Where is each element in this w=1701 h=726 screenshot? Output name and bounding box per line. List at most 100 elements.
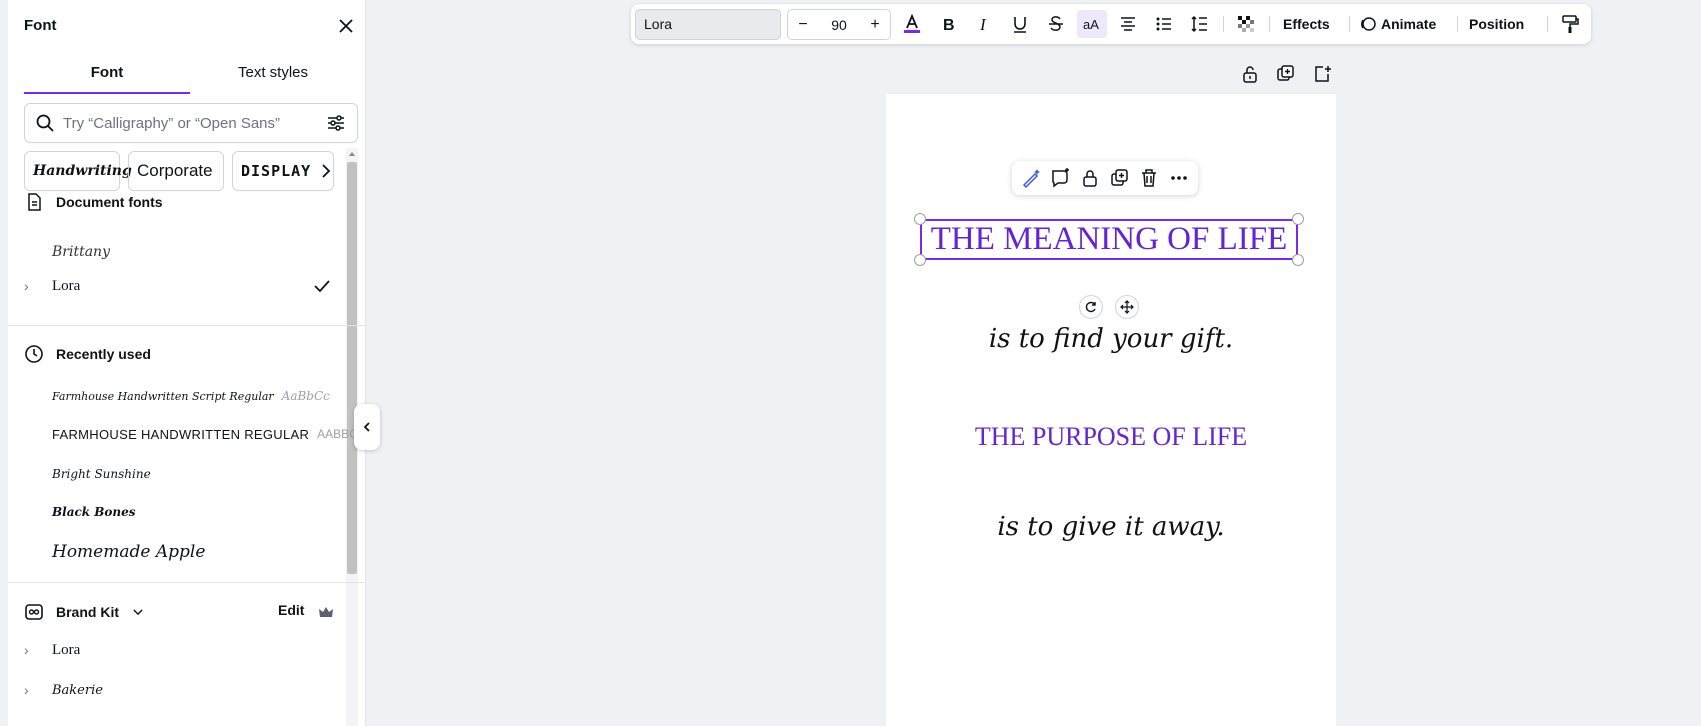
close-panel-button[interactable] — [336, 16, 356, 36]
font-name: Lora — [52, 277, 81, 294]
chip-corporate[interactable]: Corporate — [128, 151, 224, 191]
resize-handle-bottom-left[interactable] — [914, 254, 926, 266]
font-name: Bakerie — [52, 682, 103, 698]
animate-icon — [1361, 17, 1376, 31]
canvas-heading-purpose[interactable]: THE PURPOSE OF LIFE — [886, 422, 1336, 452]
chip-handwriting[interactable]: Handwriting — [24, 151, 132, 191]
move-icon — [1120, 300, 1134, 314]
resize-handle-bottom-right[interactable] — [1292, 254, 1304, 266]
text-color-button[interactable] — [897, 10, 927, 38]
font-search — [24, 103, 358, 143]
tab-text-styles[interactable]: Text styles — [190, 62, 356, 94]
recently-used-header: Recently used — [24, 344, 151, 364]
bold-button[interactable]: B — [933, 10, 963, 38]
chevron-right-icon[interactable]: › — [24, 682, 42, 698]
list-icon — [1156, 17, 1171, 31]
underline-button[interactable] — [1005, 10, 1035, 38]
panel-title: Font — [24, 17, 57, 34]
collapse-panel-button[interactable] — [354, 404, 380, 450]
scroll-thumb[interactable] — [347, 162, 357, 574]
font-item-black-bones[interactable]: Black Bones — [24, 496, 334, 528]
align-button[interactable] — [1113, 10, 1143, 38]
chevron-right-icon[interactable] — [316, 160, 336, 182]
chevron-right-icon[interactable]: › — [24, 642, 42, 658]
add-page-icon[interactable] — [1312, 64, 1332, 84]
font-item-brand-bakerie[interactable]: › Bakerie — [24, 674, 334, 706]
font-item-brand-lora[interactable]: › Lora — [24, 634, 334, 666]
font-size-value[interactable]: 90 — [831, 17, 847, 33]
strikethrough-button[interactable] — [1041, 10, 1071, 38]
font-panel: Font Font Text styles Handwriting Corpor… — [8, 0, 366, 726]
italic-button[interactable]: I — [969, 10, 999, 38]
scroll-up-icon[interactable] — [348, 150, 356, 158]
comment-icon[interactable] — [1049, 167, 1071, 189]
font-size-stepper: − 90 + — [787, 9, 891, 40]
panel-header: Font — [24, 16, 356, 36]
font-item-homemade-apple[interactable]: Homemade Apple — [24, 536, 334, 568]
svg-text:I: I — [979, 15, 987, 34]
lock-icon[interactable] — [1240, 64, 1260, 84]
animate-button[interactable]: Animate — [1381, 10, 1436, 38]
list-button[interactable] — [1149, 10, 1179, 38]
decrease-font-size-button[interactable]: − — [796, 16, 810, 34]
crown-icon — [319, 607, 333, 617]
element-floating-toolbar — [1012, 161, 1198, 195]
svg-text:B: B — [943, 17, 955, 34]
document-fonts-title: Document fonts — [56, 194, 163, 210]
font-name: Homemade Apple — [52, 542, 206, 562]
letter-case-button[interactable]: aA — [1077, 10, 1107, 38]
brand-kit-edit-link[interactable]: Edit — [278, 602, 304, 618]
letter-case-icon: aA — [1083, 17, 1099, 32]
magic-write-icon[interactable] — [1020, 167, 1042, 189]
duplicate-icon[interactable] — [1109, 167, 1131, 189]
font-item-farmhouse-script[interactable]: Farmhouse Handwritten Script Regular AaB… — [24, 380, 334, 412]
chevron-down-icon[interactable] — [131, 605, 145, 619]
font-item-bright-sunshine[interactable]: Bright Sunshine — [24, 458, 334, 490]
paint-roller-icon — [1562, 15, 1579, 33]
canvas-text-line4[interactable]: is to give it away. — [886, 512, 1336, 542]
tab-font[interactable]: Font — [24, 62, 190, 94]
strikethrough-icon — [1049, 16, 1063, 31]
brand-kit-header[interactable]: Brand Kit — [24, 602, 145, 622]
copy-style-button[interactable] — [1555, 10, 1585, 38]
resize-handle-top-right[interactable] — [1292, 213, 1304, 225]
effects-button[interactable]: Effects — [1283, 10, 1330, 38]
font-name: Black Bones — [52, 505, 136, 519]
filter-icon[interactable] — [325, 112, 347, 134]
canvas-text-line2[interactable]: is to find your gift. — [886, 324, 1336, 354]
text-color-icon — [904, 14, 920, 33]
close-icon — [339, 19, 353, 33]
font-name: Farmhouse Handwritten Script Regular — [52, 389, 274, 403]
rotate-icon — [1085, 301, 1096, 313]
transparency-button[interactable] — [1231, 10, 1261, 38]
trash-icon[interactable] — [1138, 167, 1160, 189]
font-category-chips: Handwriting Corporate DISPLAY — [24, 151, 346, 191]
resize-handle-top-left[interactable] — [914, 213, 926, 225]
font-name: Lora — [52, 641, 81, 658]
lock-icon[interactable] — [1079, 167, 1101, 189]
font-item-brittany[interactable]: Brittany — [24, 236, 334, 268]
font-name: FARMHOUSE HANDWRITTEN REGULAR — [52, 426, 310, 442]
more-icon[interactable] — [1168, 167, 1190, 189]
font-item-farmhouse-regular[interactable]: FARMHOUSE HANDWRITTEN REGULAR AABBCC — [24, 418, 365, 450]
increase-font-size-button[interactable]: + — [868, 16, 882, 34]
panel-tabs: Font Text styles — [24, 62, 356, 94]
rotate-button[interactable] — [1079, 295, 1103, 319]
font-item-lora[interactable]: › Lora — [24, 270, 334, 302]
spacing-button[interactable] — [1185, 10, 1215, 38]
divider — [8, 325, 365, 326]
animate-icon-wrap — [1357, 10, 1379, 38]
brand-kit-icon — [25, 604, 43, 620]
divider — [8, 582, 365, 583]
chevron-right-icon[interactable]: › — [24, 278, 42, 294]
font-family-dropdown[interactable]: Lora — [635, 9, 781, 40]
search-input[interactable] — [63, 114, 325, 132]
position-button[interactable]: Position — [1469, 10, 1524, 38]
checkmark-icon — [314, 280, 330, 293]
svg-text:aA: aA — [1083, 17, 1099, 32]
italic-icon: I — [979, 15, 987, 34]
line-spacing-icon — [1191, 15, 1207, 33]
align-center-icon — [1121, 17, 1135, 31]
move-button[interactable] — [1115, 295, 1139, 319]
duplicate-page-icon[interactable] — [1276, 64, 1296, 84]
